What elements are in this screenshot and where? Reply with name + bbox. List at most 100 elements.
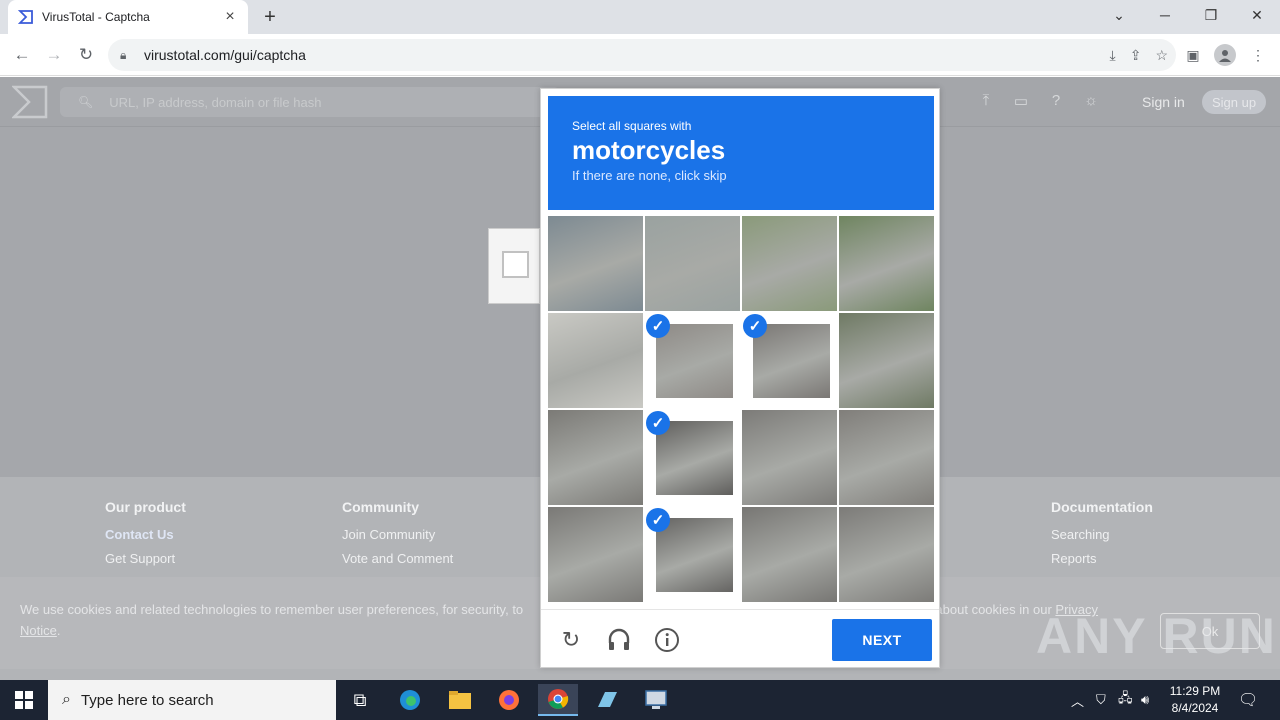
vt-search-input[interactable]: 🔍︎ URL, IP address, domain or file hash <box>60 87 560 117</box>
browser-menu-icon[interactable]: ⋮ <box>1245 42 1271 68</box>
challenge-hint: If there are none, click skip <box>572 168 727 183</box>
footer-link[interactable]: Get Support <box>105 551 186 566</box>
captcha-tile[interactable] <box>839 216 934 311</box>
install-app-icon[interactable]: ⤓ <box>1110 47 1116 64</box>
show-hidden-icons-icon[interactable]: ︿ <box>1071 680 1084 720</box>
sign-up-button[interactable]: Sign up <box>1202 90 1266 114</box>
challenge-target: motorcycles <box>572 135 726 165</box>
help-icon[interactable]: ? <box>1046 92 1066 112</box>
challenge-footer: ↻ NEXT <box>541 609 939 669</box>
captcha-tile-image <box>742 507 837 602</box>
chrome-icon[interactable] <box>538 684 578 716</box>
notification-center-icon[interactable]: 🗨︎ <box>1238 680 1258 720</box>
minimize-button[interactable]: ─ <box>1142 0 1188 30</box>
firefox-icon[interactable] <box>489 684 529 716</box>
footer-col-our-product: Our product Contact Us Get Support <box>105 499 186 575</box>
footer-link[interactable]: Join Community <box>342 527 453 542</box>
captcha-tile[interactable] <box>742 216 837 311</box>
captcha-tile[interactable] <box>645 216 740 311</box>
captcha-tile[interactable] <box>548 410 643 505</box>
forward-button[interactable]: → <box>41 42 67 68</box>
captcha-tile-image <box>656 324 733 398</box>
tile-selected-check-icon: ✓ <box>646 314 670 338</box>
captcha-challenge: Select all squares with motorcycles If t… <box>540 88 940 668</box>
restore-button[interactable]: ❐ <box>1188 0 1234 30</box>
footer-heading: Documentation <box>1051 499 1153 515</box>
captcha-tile[interactable]: ✓ <box>645 410 740 505</box>
taskbar-clock[interactable]: 11:29 PM 8/4/2024 <box>1162 683 1228 717</box>
captcha-tile-image <box>742 216 837 311</box>
sign-in-link[interactable]: Sign in <box>1142 94 1185 110</box>
reload-challenge-icon[interactable]: ↻ <box>557 626 585 654</box>
clock-time: 11:29 PM <box>1169 684 1221 698</box>
captcha-tile[interactable]: ✓ <box>742 313 837 408</box>
tab-title: VirusTotal - Captcha <box>42 10 150 24</box>
captcha-tile-image <box>645 216 740 311</box>
tile-selected-check-icon: ✓ <box>646 411 670 435</box>
tab-search-chevron-icon[interactable]: ⌄ <box>1096 0 1142 30</box>
security-tray-icon[interactable]: ⛉ <box>1096 680 1106 720</box>
file-explorer-icon[interactable] <box>440 684 480 716</box>
captcha-tile[interactable] <box>839 313 934 408</box>
taskbar-search-box[interactable]: ⌕ Type here to search <box>48 680 336 720</box>
back-button[interactable]: ← <box>9 42 35 68</box>
remote-desktop-icon[interactable] <box>636 684 676 716</box>
tab-close-icon[interactable]: × <box>222 9 238 25</box>
windows-logo-icon <box>15 691 33 709</box>
theme-toggle-icon[interactable]: ☼ <box>1081 92 1101 112</box>
captcha-tile[interactable] <box>548 216 643 311</box>
reload-button[interactable]: ↻ <box>73 42 99 68</box>
captcha-tile[interactable] <box>742 410 837 505</box>
browser-tab[interactable]: VirusTotal - Captcha × <box>8 0 248 34</box>
volume-icon[interactable]: 🔊︎ <box>1141 680 1149 720</box>
windows-taskbar: ⌕ Type here to search ⧉ ︿ ⛉ 🖧︎ 🔊︎ 11:29 … <box>0 680 1280 720</box>
tile-selected-check-icon: ✓ <box>646 508 670 532</box>
tile-selected-check-icon: ✓ <box>743 314 767 338</box>
info-icon[interactable] <box>653 626 681 654</box>
window-close-button[interactable]: ✕ <box>1234 0 1280 30</box>
captcha-tile-image <box>548 216 643 311</box>
footer-link[interactable]: Searching <box>1051 527 1153 542</box>
notifications-icon[interactable]: ▭ <box>1011 92 1031 112</box>
address-bar[interactable]: 🔒︎ virustotal.com/gui/captcha ⤓ ⇪ ☆ <box>108 39 1176 71</box>
upload-icon[interactable]: ⤒ <box>976 92 996 112</box>
captcha-tile-image <box>548 313 643 408</box>
search-icon: 🔍︎ <box>78 95 94 109</box>
audio-challenge-icon[interactable] <box>605 626 633 654</box>
footer-link[interactable]: Vote and Comment <box>342 551 453 566</box>
challenge-image-grid: ✓ ✓ ✓ ✓ <box>548 216 934 602</box>
notes-app-icon[interactable] <box>587 684 627 716</box>
captcha-tile-image <box>839 313 934 408</box>
taskbar-search-placeholder: Type here to search <box>80 691 214 709</box>
next-button[interactable]: NEXT <box>832 619 932 661</box>
bookmark-star-icon[interactable]: ☆ <box>1155 47 1168 64</box>
captcha-tile-image <box>656 421 733 495</box>
notice-link[interactable]: Notice <box>20 623 57 638</box>
side-panel-icon[interactable]: ▣ <box>1180 42 1206 68</box>
captcha-tile[interactable] <box>839 410 934 505</box>
challenge-instruction: Select all squares with <box>572 119 692 133</box>
captcha-tile[interactable] <box>742 507 837 602</box>
profile-avatar[interactable] <box>1212 42 1238 68</box>
captcha-tile[interactable]: ✓ <box>645 507 740 602</box>
captcha-tile[interactable] <box>548 313 643 408</box>
footer-link[interactable]: Contact Us <box>105 527 186 542</box>
virustotal-logo-icon[interactable] <box>12 85 48 119</box>
footer-link[interactable]: Reports <box>1051 551 1153 566</box>
network-icon[interactable]: 🖧︎ <box>1118 680 1133 720</box>
share-icon[interactable]: ⇪ <box>1130 47 1142 64</box>
browser-toolbar: ← → ↻ 🔒︎ virustotal.com/gui/captcha ⤓ ⇪ … <box>0 34 1280 76</box>
captcha-tile-image <box>548 507 643 602</box>
captcha-tile-image <box>548 410 643 505</box>
captcha-tile[interactable] <box>839 507 934 602</box>
recaptcha-checkbox[interactable] <box>502 251 529 278</box>
windows-start-button[interactable] <box>0 680 48 720</box>
footer-heading: Our product <box>105 499 186 515</box>
captcha-tile[interactable] <box>548 507 643 602</box>
task-view-icon[interactable]: ⧉ <box>340 684 380 716</box>
captcha-tile[interactable]: ✓ <box>645 313 740 408</box>
edge-icon[interactable] <box>390 684 430 716</box>
anyrun-watermark: ANY RUN <box>1036 608 1277 664</box>
new-tab-button[interactable]: + <box>258 5 282 29</box>
captcha-tile-image <box>839 410 934 505</box>
